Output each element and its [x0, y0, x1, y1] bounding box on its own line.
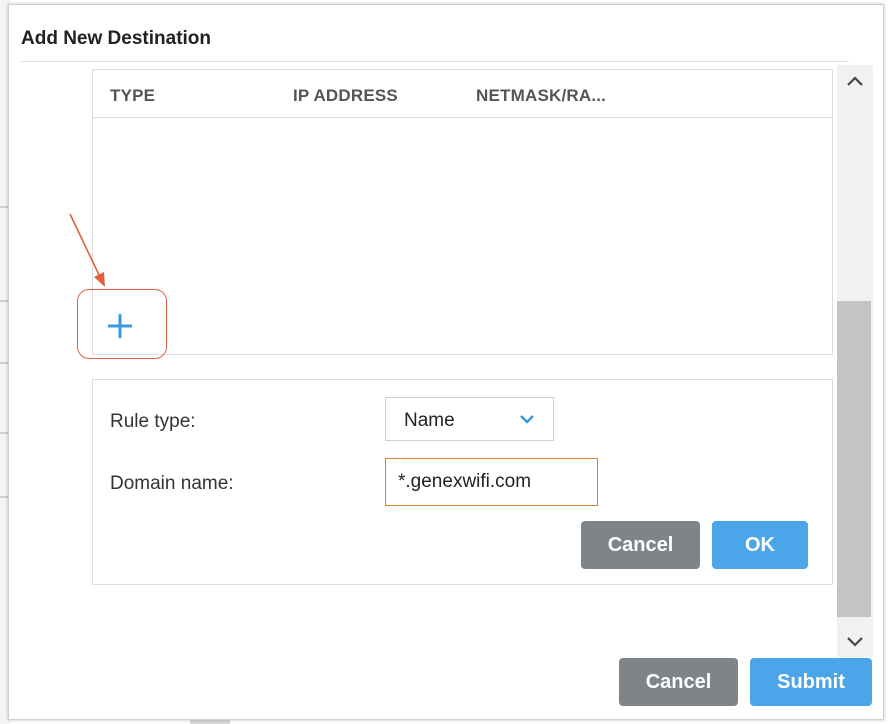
title-divider: [21, 61, 849, 62]
table-header: TYPE IP ADDRESS NETMASK/RA...: [93, 70, 832, 118]
background-divider: [0, 300, 8, 302]
column-header-type[interactable]: TYPE: [110, 86, 155, 106]
rule-cancel-button[interactable]: Cancel: [581, 521, 700, 569]
dialog-cancel-button[interactable]: Cancel: [619, 658, 738, 706]
rule-ok-button[interactable]: OK: [712, 521, 808, 569]
background-divider: [0, 432, 8, 434]
rule-type-value: Name: [404, 410, 455, 431]
chevron-down-icon: [847, 637, 863, 647]
add-destination-dialog: Add New Destination TYPE IP ADDRESS NETM…: [8, 4, 884, 720]
destination-table: TYPE IP ADDRESS NETMASK/RA...: [92, 69, 833, 355]
chevron-down-icon: [520, 415, 534, 424]
background-divider: [0, 206, 8, 208]
scroll-up-button[interactable]: [837, 65, 873, 99]
rule-type-select[interactable]: Name: [385, 397, 554, 441]
submit-button[interactable]: Submit: [750, 658, 872, 706]
highlight-callout: [77, 289, 167, 359]
dialog-title: Add New Destination: [21, 28, 212, 49]
rule-form: Rule type: Name Domain name: Cancel OK: [92, 379, 833, 585]
domain-name-label: Domain name:: [110, 473, 234, 494]
scroll-down-button[interactable]: [837, 627, 873, 657]
column-header-netmask[interactable]: NETMASK/RA...: [476, 86, 606, 106]
vertical-scrollbar[interactable]: [837, 65, 873, 657]
scrollbar-thumb[interactable]: [837, 301, 871, 617]
rule-type-label: Rule type:: [110, 411, 196, 432]
chevron-up-icon: [847, 76, 863, 86]
column-header-ip-address[interactable]: IP ADDRESS: [293, 86, 398, 106]
background-divider: [0, 362, 8, 364]
domain-name-input[interactable]: [385, 458, 598, 506]
background-divider: [0, 496, 8, 498]
